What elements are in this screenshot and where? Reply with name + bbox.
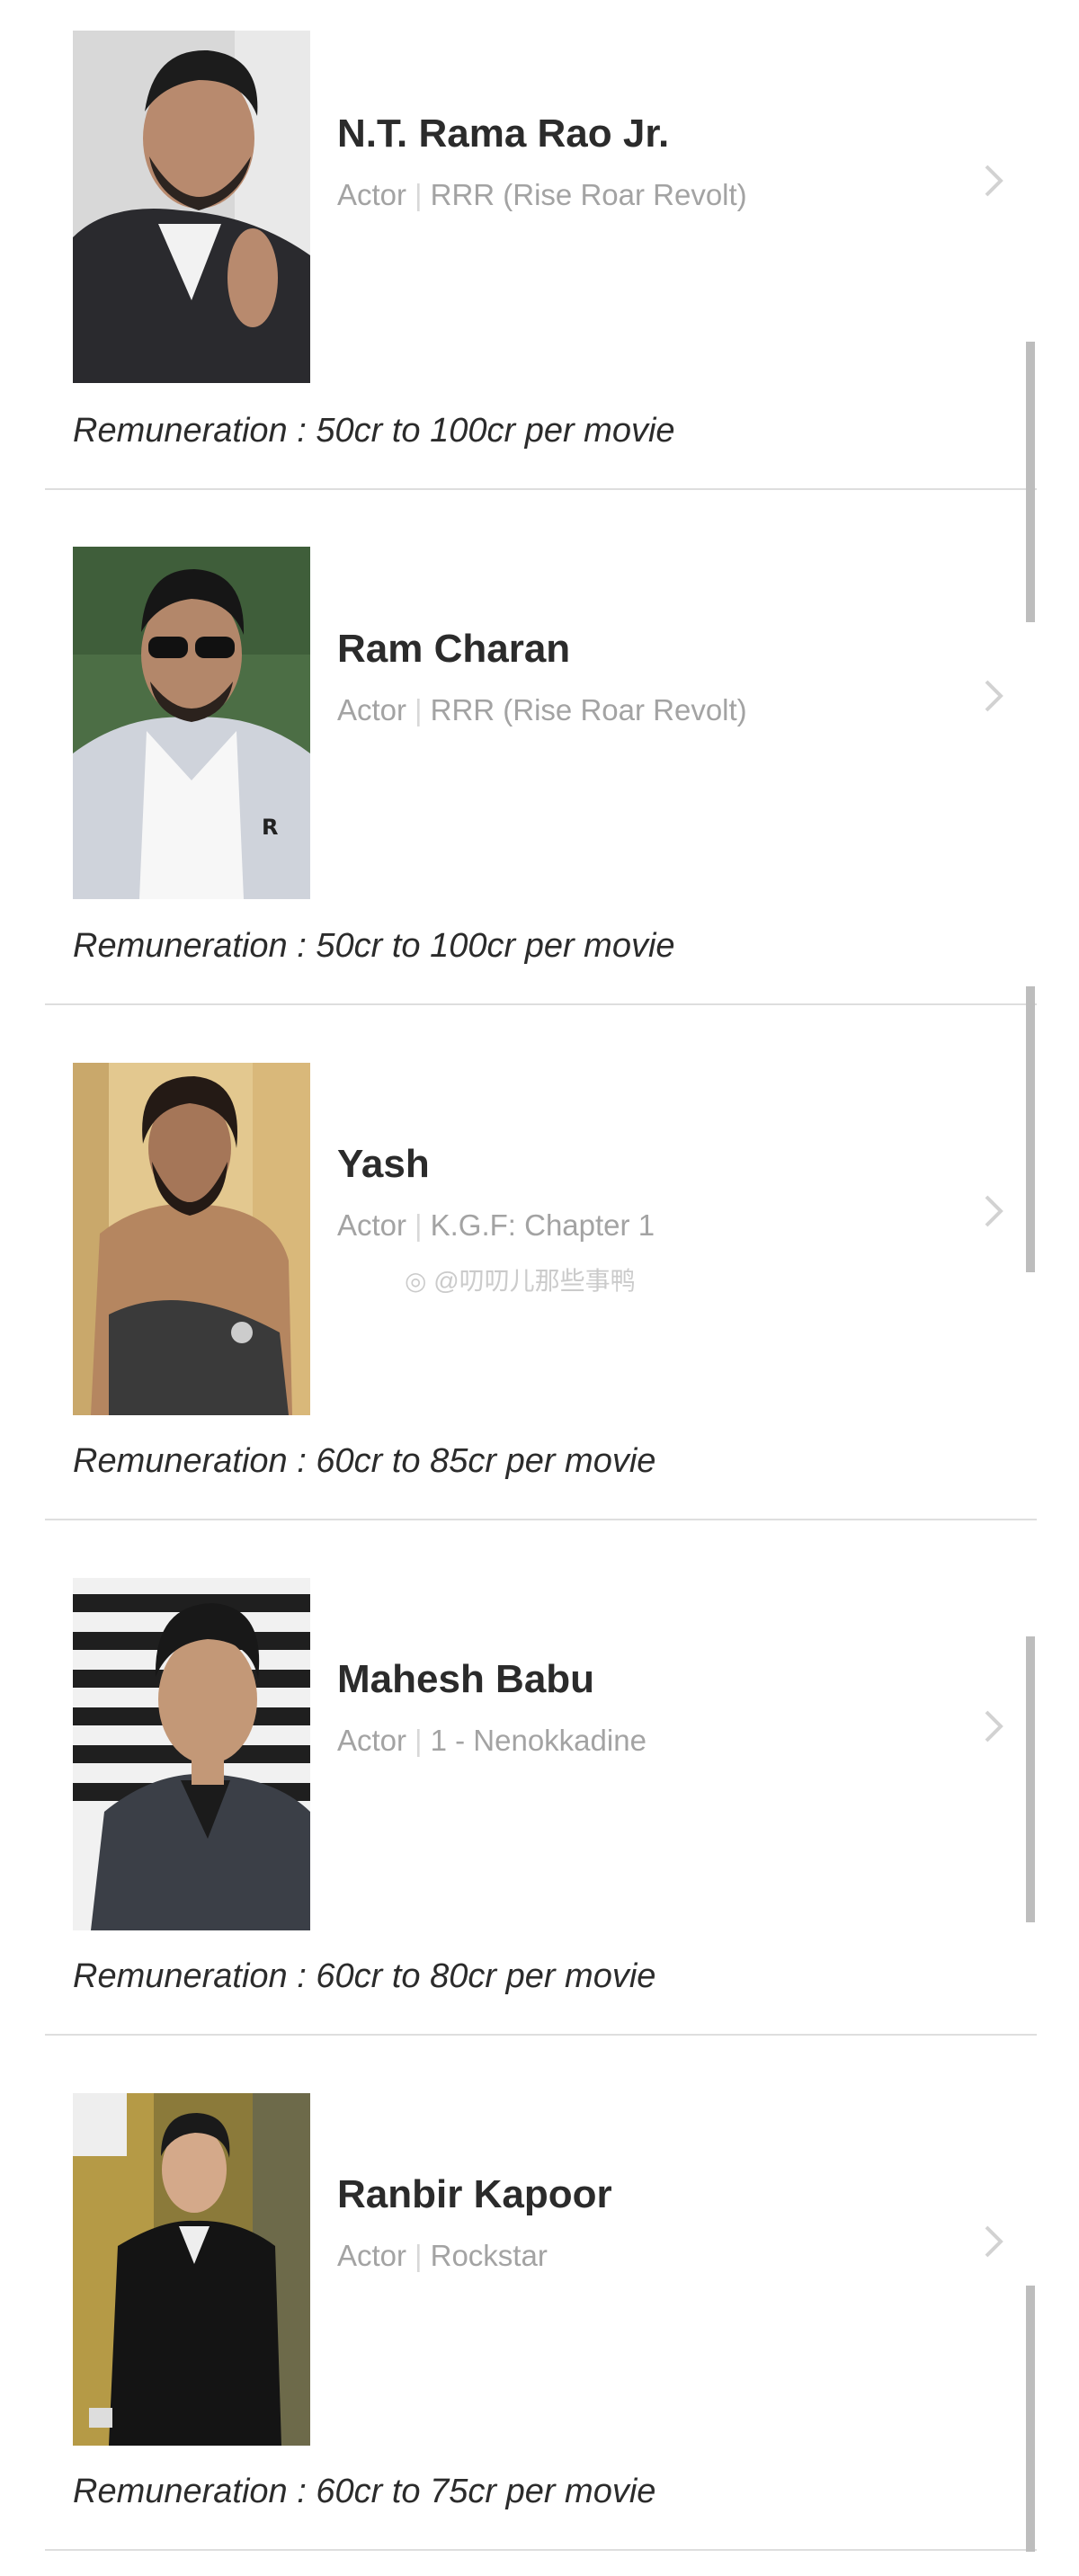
- divider: [45, 488, 1037, 490]
- actor-meta: Actor | RRR (Rise Roar Revolt): [337, 178, 747, 212]
- chevron-right-icon: [985, 680, 1003, 712]
- scrollbar-thumb[interactable]: [1026, 2286, 1035, 2552]
- remuneration-text: Remuneration : 60cr to 75cr per movie: [73, 2473, 656, 2510]
- meta-separator: |: [415, 1208, 423, 1242]
- meta-separator: |: [415, 1724, 423, 1757]
- meta-separator: |: [415, 2239, 423, 2272]
- actor-photo: R: [73, 547, 310, 899]
- actor-role: Actor: [337, 1208, 407, 1242]
- actor-photo: [73, 1063, 310, 1415]
- svg-text:R: R: [262, 815, 278, 840]
- actor-film: RRR (Rise Roar Revolt): [430, 693, 747, 726]
- watermark: ◎ @叨叨儿那些事鸭: [405, 1261, 636, 1297]
- meta-separator: |: [415, 178, 423, 211]
- actor-film: Rockstar: [430, 2239, 548, 2272]
- actor-role: Actor: [337, 693, 407, 726]
- scrollbar-thumb[interactable]: [1026, 342, 1035, 622]
- divider: [45, 1519, 1037, 1520]
- watermark-text: @叨叨儿那些事鸭: [433, 1267, 636, 1295]
- actor-meta: Actor | RRR (Rise Roar Revolt): [337, 693, 747, 727]
- chevron-right-icon: [985, 165, 1003, 197]
- remuneration-text: Remuneration : 50cr to 100cr per movie: [73, 412, 675, 450]
- remuneration-text: Remuneration : 60cr to 85cr per movie: [73, 1442, 656, 1480]
- actor-role: Actor: [337, 2239, 407, 2272]
- chevron-right-icon: [985, 1710, 1003, 1743]
- actor-name: Mahesh Babu: [337, 1657, 595, 1701]
- remuneration-text: Remuneration : 50cr to 100cr per movie: [73, 927, 675, 965]
- divider: [45, 2034, 1037, 2036]
- weibo-icon: ◎: [405, 1267, 427, 1295]
- actor-name: N.T. Rama Rao Jr.: [337, 111, 670, 156]
- scrollbar-thumb[interactable]: [1026, 986, 1035, 1272]
- list-item[interactable]: R Ram Charan Actor | RRR (Rise Roar Revolt…: [0, 515, 1079, 1030]
- list-item[interactable]: Mahesh Babu Actor | 1 - Nenokkadine Remune…: [0, 1546, 1079, 2061]
- list-item[interactable]: Ranbir Kapoor Actor | Rockstar Remuneratio…: [0, 2061, 1079, 2576]
- actor-film: K.G.F: Chapter 1: [430, 1208, 655, 1242]
- actor-name: Ram Charan: [337, 627, 571, 671]
- remuneration-text: Remuneration : 60cr to 80cr per movie: [73, 1957, 656, 1995]
- actor-film: 1 - Nenokkadine: [430, 1724, 647, 1757]
- actor-meta: Actor | K.G.F: Chapter 1: [337, 1208, 655, 1243]
- actor-film: RRR (Rise Roar Revolt): [430, 178, 747, 211]
- list-item[interactable]: N.T. Rama Rao Jr. Actor | RRR (Rise Roar R…: [0, 0, 1079, 515]
- actor-meta: Actor | 1 - Nenokkadine: [337, 1724, 647, 1758]
- scrollbar-thumb[interactable]: [1026, 1636, 1035, 1922]
- actor-meta: Actor | Rockstar: [337, 2239, 548, 2273]
- meta-separator: |: [415, 693, 423, 726]
- actor-name: Ranbir Kapoor: [337, 2172, 612, 2216]
- divider: [45, 2549, 1037, 2551]
- actor-photo: [73, 1578, 310, 1930]
- divider: [45, 1003, 1037, 1005]
- chevron-right-icon: [985, 1195, 1003, 1227]
- actor-photo: [73, 31, 310, 383]
- actor-photo: [73, 2093, 310, 2446]
- actor-name: Yash: [337, 1142, 430, 1186]
- actor-role: Actor: [337, 1724, 407, 1757]
- actor-role: Actor: [337, 178, 407, 211]
- chevron-right-icon: [985, 2225, 1003, 2258]
